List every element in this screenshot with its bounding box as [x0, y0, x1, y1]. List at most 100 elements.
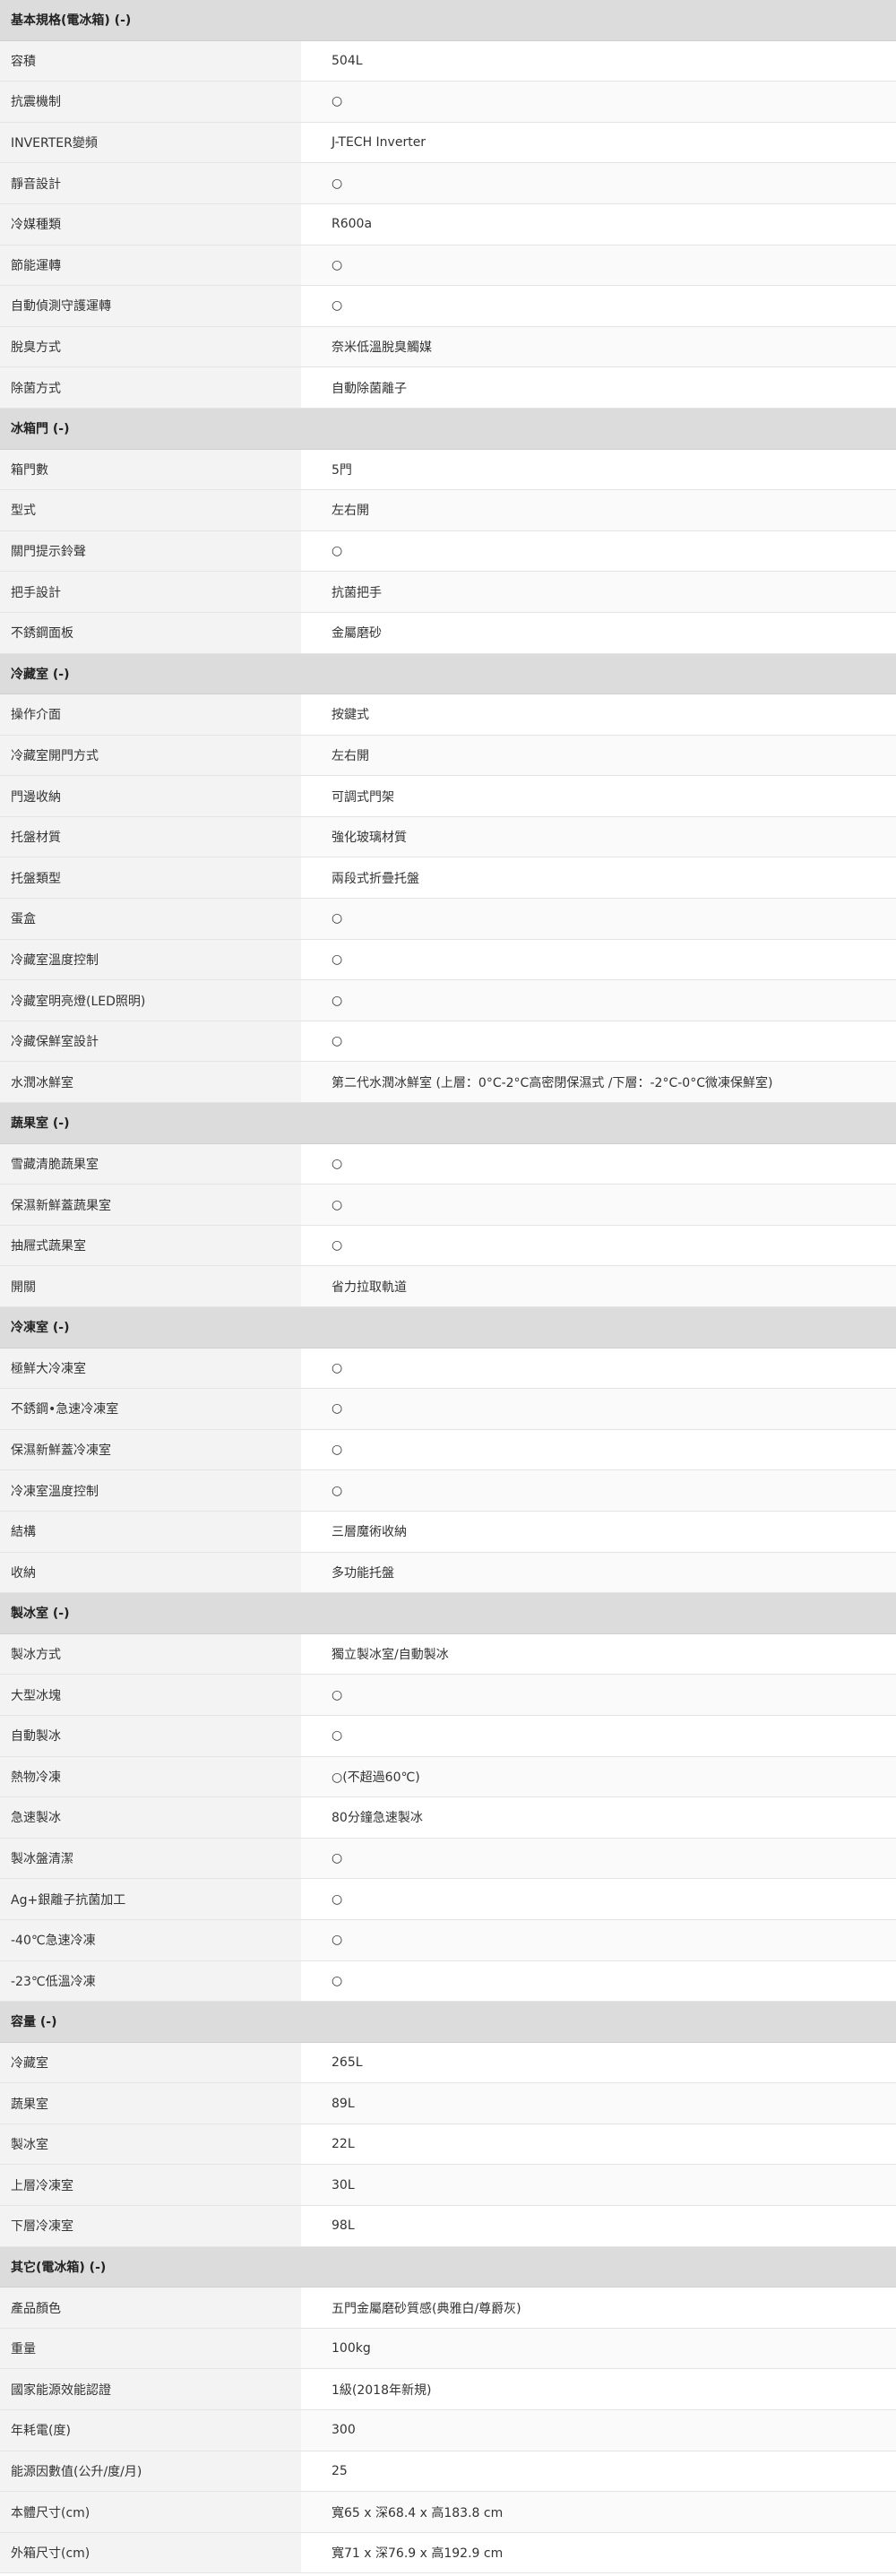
spec-label: 不銹鋼•急速冷凍室 — [0, 1389, 301, 1429]
spec-label: 極鮮大冷凍室 — [0, 1348, 301, 1389]
spec-row: Ag+銀離子抗菌加工 ○ — [0, 1879, 896, 1920]
spec-label: 節能運轉 — [0, 245, 301, 286]
spec-label: 把手設計 — [0, 572, 301, 612]
spec-row: 保濕新鮮蓋蔬果室 ○ — [0, 1185, 896, 1226]
spec-value: ○ — [301, 1021, 896, 1062]
spec-value: R600a — [301, 203, 896, 245]
spec-row: INVERTER變頻 J-TECH Inverter — [0, 122, 896, 164]
spec-label: INVERTER變頻 — [0, 122, 301, 163]
spec-value: 1級(2018年新規) — [301, 2369, 896, 2410]
spec-value: 抗菌把手 — [301, 572, 896, 612]
spec-label: 熱物冷凍 — [0, 1756, 301, 1797]
spec-row: 水潤冰鮮室 第二代水潤冰鮮室 (上層：0°C-2°C高密閉保濕式 /下層：-2°C… — [0, 1062, 896, 1104]
spec-label: 製冰方式 — [0, 1633, 301, 1675]
spec-row: 不銹鋼•急速冷凍室 ○ — [0, 1389, 896, 1430]
spec-value: 30L — [301, 2165, 896, 2206]
spec-label: 托盤類型 — [0, 857, 301, 899]
spec-label: 急速製冰 — [0, 1797, 301, 1838]
section-body: 箱門數 5門 型式 左右開 關門提示鈴聲 ○ 把手設計 抗菌把手 不銹鋼面板 金屬磨砂 — [0, 449, 896, 654]
spec-value: ○ — [301, 245, 896, 286]
spec-label: 靜音設計 — [0, 163, 301, 203]
spec-label: 抽屜式蔬果室 — [0, 1225, 301, 1266]
spec-label: 國家能源效能認證 — [0, 2369, 301, 2410]
spec-value: 兩段式折疊托盤 — [301, 857, 896, 899]
spec-row: 大型冰塊 ○ — [0, 1675, 896, 1716]
spec-row: -40℃急速冷凍 ○ — [0, 1919, 896, 1961]
spec-label: 冷藏室開門方式 — [0, 735, 301, 776]
spec-value: 左右開 — [301, 735, 896, 776]
spec-value: ○ — [301, 1879, 896, 1919]
spec-label: 托盤材質 — [0, 816, 301, 857]
spec-label: 冷凍室溫度控制 — [0, 1470, 301, 1511]
spec-row: 蛋盒 ○ — [0, 899, 896, 940]
spec-row: 冷媒種類 R600a — [0, 203, 896, 246]
spec-value: 奈米低溫脫臭觸媒 — [301, 326, 896, 367]
spec-value: ○ — [301, 1675, 896, 1715]
spec-value: ○ — [301, 899, 896, 939]
spec-value: ○ — [301, 1185, 896, 1225]
section-body: 製冰方式 獨立製冰室/自動製冰 大型冰塊 ○ 自動製冰 ○ 熱物冷凍 ○(不超過60℃) 急速製… — [0, 1633, 896, 2003]
section-body: 產品顏色 五門金屬磨砂質感(典雅白/尊爵灰) 重量 100kg 國家能源效能認證 1級(2… — [0, 2287, 896, 2574]
spec-row: 年耗電(度) 300 — [0, 2410, 896, 2451]
spec-value: 25 — [301, 2451, 896, 2492]
spec-row: 能源因數值(公升/度/月) 25 — [0, 2451, 896, 2493]
spec-row: 自動製冰 ○ — [0, 1715, 896, 1757]
spec-value: ○ — [301, 1470, 896, 1511]
spec-label: -23℃低溫冷凍 — [0, 1960, 301, 2002]
spec-row: 托盤材質 強化玻璃材質 — [0, 816, 896, 858]
spec-value: ○ — [301, 1429, 896, 1470]
spec-row: 開關 省力拉取軌道 — [0, 1266, 896, 1307]
spec-value: ○ — [301, 530, 896, 572]
spec-row: 蔬果室 89L — [0, 2083, 896, 2124]
spec-row: 製冰室 22L — [0, 2124, 896, 2166]
section-header: 冷凍室 (-) — [0, 1307, 896, 1348]
spec-label: 冷藏室 — [0, 2042, 301, 2083]
spec-value: 300 — [301, 2410, 896, 2451]
spec-row: 容積 504L — [0, 40, 896, 82]
spec-label: 不銹鋼面板 — [0, 612, 301, 653]
spec-value: 五門金屬磨砂質感(典雅白/尊爵灰) — [301, 2287, 896, 2328]
spec-label: 抗震機制 — [0, 82, 301, 122]
spec-value: 80分鐘急速製冰 — [301, 1797, 896, 1838]
spec-value: 100kg — [301, 2328, 896, 2369]
spec-row: 冷藏室開門方式 左右開 — [0, 735, 896, 777]
spec-row: 重量 100kg — [0, 2328, 896, 2370]
spec-label: 年耗電(度) — [0, 2410, 301, 2451]
spec-label: 保濕新鮮蓋冷凍室 — [0, 1429, 301, 1470]
spec-value: ○(不超過60℃) — [301, 1756, 896, 1797]
spec-label: 除菌方式 — [0, 367, 301, 408]
spec-value: 強化玻璃材質 — [301, 816, 896, 857]
spec-value: 可調式門架 — [301, 776, 896, 816]
spec-label: 外箱尺寸(cm) — [0, 2532, 301, 2573]
spec-label: 下層冷凍室 — [0, 2206, 301, 2246]
spec-row: 脫臭方式 奈米低溫脫臭觸媒 — [0, 326, 896, 368]
spec-value: 89L — [301, 2083, 896, 2124]
section-header: 冷藏室 (-) — [0, 653, 896, 695]
spec-value: 22L — [301, 2124, 896, 2165]
spec-label: 能源因數值(公升/度/月) — [0, 2451, 301, 2492]
spec-row: 收納 多功能托盤 — [0, 1552, 896, 1594]
spec-label: 大型冰塊 — [0, 1675, 301, 1715]
spec-label: 製冰室 — [0, 2124, 301, 2165]
spec-value: ○ — [301, 939, 896, 980]
spec-row: 冷藏室溫度控制 ○ — [0, 939, 896, 981]
spec-row: 抗震機制 ○ — [0, 82, 896, 123]
spec-row: 節能運轉 ○ — [0, 245, 896, 287]
spec-row: 下層冷凍室 98L — [0, 2206, 896, 2247]
section-header: 冰箱門 (-) — [0, 408, 896, 450]
spec-row: 雪藏清脆蔬果室 ○ — [0, 1143, 896, 1185]
spec-row: -23℃低溫冷凍 ○ — [0, 1960, 896, 2003]
spec-label: 水潤冰鮮室 — [0, 1062, 301, 1103]
spec-label: 容積 — [0, 40, 301, 82]
spec-row: 熱物冷凍 ○(不超過60℃) — [0, 1756, 896, 1798]
spec-row: 製冰方式 獨立製冰室/自動製冰 — [0, 1633, 896, 1676]
spec-label: 關門提示鈴聲 — [0, 530, 301, 572]
spec-value: 265L — [301, 2042, 896, 2083]
spec-row: 抽屜式蔬果室 ○ — [0, 1225, 896, 1267]
spec-label: 自動偵測守護運轉 — [0, 286, 301, 326]
spec-value: 98L — [301, 2206, 896, 2246]
section-header: 基本規格(電冰箱) (-) — [0, 0, 896, 41]
spec-value: ○ — [301, 82, 896, 122]
spec-row: 製冰盤清潔 ○ — [0, 1838, 896, 1880]
spec-label: 上層冷凍室 — [0, 2165, 301, 2206]
